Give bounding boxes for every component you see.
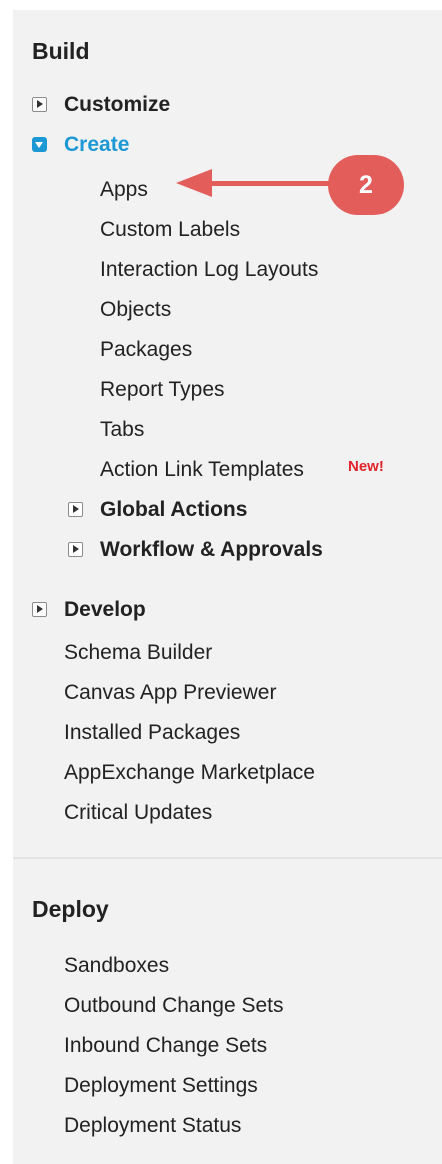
nav-global-actions[interactable]: Global Actions	[100, 497, 247, 523]
callout-arrow-icon	[176, 169, 212, 197]
expand-workflow-approvals-icon[interactable]	[68, 542, 83, 557]
nav-report-types[interactable]: Report Types	[100, 377, 225, 403]
nav-outbound-change-sets[interactable]: Outbound Change Sets	[64, 993, 284, 1019]
nav-objects[interactable]: Objects	[100, 297, 171, 323]
nav-workflow-approvals[interactable]: Workflow & Approvals	[100, 537, 323, 563]
nav-critical-updates[interactable]: Critical Updates	[64, 800, 212, 826]
new-badge: New!	[348, 458, 384, 475]
nav-deployment-settings[interactable]: Deployment Settings	[64, 1073, 258, 1099]
nav-installed-packages[interactable]: Installed Packages	[64, 720, 240, 746]
nav-appexchange-marketplace[interactable]: AppExchange Marketplace	[64, 760, 315, 786]
nav-apps[interactable]: Apps	[100, 177, 148, 203]
nav-packages[interactable]: Packages	[100, 337, 192, 363]
nav-tabs[interactable]: Tabs	[100, 417, 144, 443]
nav-inbound-change-sets[interactable]: Inbound Change Sets	[64, 1033, 267, 1059]
callout-arrow-line	[210, 181, 330, 186]
collapse-create-icon[interactable]	[32, 137, 47, 152]
nav-schema-builder[interactable]: Schema Builder	[64, 640, 212, 666]
nav-sandboxes[interactable]: Sandboxes	[64, 953, 169, 979]
expand-develop-icon[interactable]	[32, 602, 47, 617]
section-title-deploy: Deploy	[32, 896, 109, 922]
nav-deployment-status[interactable]: Deployment Status	[64, 1113, 241, 1139]
expand-global-actions-icon[interactable]	[68, 502, 83, 517]
nav-customize[interactable]: Customize	[64, 92, 170, 118]
nav-create[interactable]: Create	[64, 132, 129, 158]
nav-develop[interactable]: Develop	[64, 597, 146, 623]
section-title-build: Build	[32, 38, 90, 64]
nav-interaction-log-layouts[interactable]: Interaction Log Layouts	[100, 257, 318, 283]
nav-action-link-templates[interactable]: Action Link Templates	[100, 457, 304, 483]
expand-customize-icon[interactable]	[32, 97, 47, 112]
nav-custom-labels[interactable]: Custom Labels	[100, 217, 240, 243]
section-divider	[13, 857, 442, 859]
callout-step-badge: 2	[328, 155, 404, 215]
nav-canvas-app-previewer[interactable]: Canvas App Previewer	[64, 680, 276, 706]
